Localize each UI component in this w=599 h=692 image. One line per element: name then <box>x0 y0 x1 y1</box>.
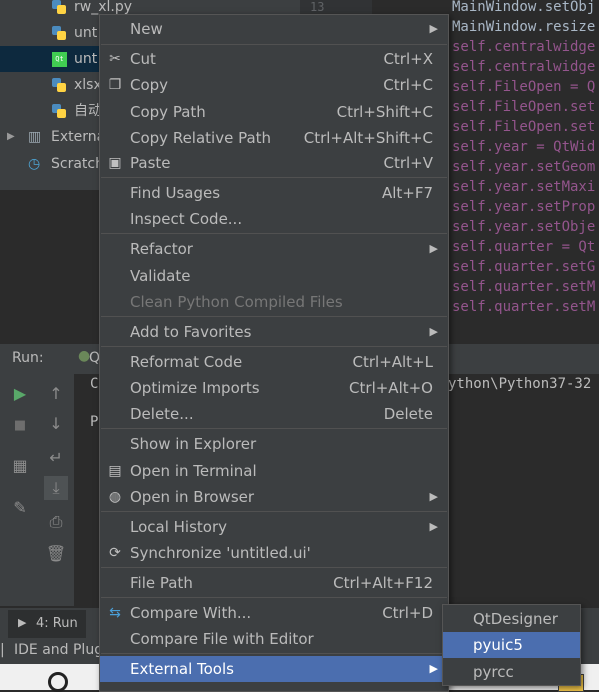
layout-icon[interactable]: ▦ <box>8 454 32 478</box>
code-line: self.centralwidge <box>452 39 596 55</box>
code-line: self.quarter.setG <box>452 259 596 275</box>
menu-item-cut[interactable]: ✂ Cut Ctrl+X <box>100 46 448 72</box>
menu-separator <box>101 316 447 317</box>
menu-item-copy[interactable]: ❐ Copy Ctrl+C <box>100 72 448 98</box>
menu-item-clean-python-compiled-files: Clean Python Compiled Files <box>130 293 343 311</box>
menu-item-local-history[interactable]: Local History ▶ <box>100 514 448 540</box>
run-label: Run: <box>12 350 44 366</box>
scroll-to-end-icon[interactable]: ⤓ <box>44 476 68 500</box>
up-arrow-icon[interactable]: ↑ <box>44 382 68 406</box>
status-text[interactable]: IDE and Plug <box>14 642 103 658</box>
menu-item-find-usages[interactable]: Find Usages Alt+F7 <box>100 180 448 206</box>
console-line: P <box>90 414 99 430</box>
menu-separator <box>101 653 447 654</box>
paste-icon: ▣ <box>108 155 122 171</box>
compare-icon: ⇆ <box>109 605 121 621</box>
console-line: C <box>90 376 99 392</box>
menu-separator <box>101 428 447 429</box>
code-line: self.FileOpen.set <box>452 119 596 135</box>
submenu-arrow-icon: ▶ <box>429 490 438 503</box>
code-line: self.year.setObje <box>452 219 596 235</box>
run-triangle-icon: ▶ <box>18 616 27 629</box>
menu-item-reformat-code[interactable]: Reformat Code Ctrl+Alt+L <box>100 349 448 375</box>
pin-icon[interactable]: ✎ <box>8 496 32 520</box>
copy-icon: ❐ <box>108 77 122 93</box>
code-line: MainWindow.setObj <box>452 0 596 15</box>
scissors-icon: ✂ <box>109 51 121 67</box>
qt-file-icon: Qt <box>52 52 67 67</box>
python-file-icon <box>52 78 66 92</box>
expand-arrow-icon[interactable]: ▶ <box>7 124 15 150</box>
code-line: self.year = QtWid <box>452 139 596 155</box>
menu-item-refactor[interactable]: Refactor ▶ <box>100 236 448 262</box>
menu-separator <box>101 346 447 347</box>
submenu-item-pyrcc[interactable]: pyrcc <box>443 659 580 685</box>
submenu-arrow-icon: ▶ <box>429 520 438 533</box>
menu-item-delete[interactable]: Delete... Delete <box>100 401 448 427</box>
python-file-icon <box>52 0 66 14</box>
trash-icon[interactable]: 🗑 <box>44 542 68 566</box>
python-file-icon <box>52 104 66 118</box>
code-line: self.quarter = Qt <box>452 239 596 255</box>
menu-separator <box>101 597 447 598</box>
menu-item-open-in-browser[interactable]: ◍ Open in Browser ▶ <box>100 484 448 510</box>
external-tools-submenu: QtDesigner pyuic5 pyrcc <box>442 604 581 686</box>
stop-icon[interactable]: ■ <box>8 414 32 438</box>
code-line: self.centralwidge <box>452 59 596 75</box>
status-divider-icon: | <box>0 642 5 658</box>
submenu-arrow-icon: ▶ <box>429 662 438 675</box>
code-line: self.year.setProp <box>452 199 596 215</box>
print-icon[interactable]: ⎙ <box>44 510 68 534</box>
menu-item-optimize-imports[interactable]: Optimize Imports Ctrl+Alt+O <box>100 375 448 401</box>
sync-icon: ⟳ <box>109 545 121 561</box>
library-icon: ▥ <box>28 129 42 145</box>
run-icon[interactable]: ▶ <box>8 382 32 406</box>
code-line: self.FileOpen.set <box>452 99 596 115</box>
terminal-icon: ▤ <box>108 463 122 479</box>
scratches-icon: ◷ <box>28 156 41 172</box>
menu-separator <box>101 44 447 45</box>
menu-item-copy-relative-path[interactable]: Copy Relative Path Ctrl+Alt+Shift+C <box>100 125 448 151</box>
context-menu: New ▶ ✂ Cut Ctrl+X ❐ Copy Ctrl+C Copy Path Ctr… <box>99 14 449 692</box>
console-path: ython\Python37-32 <box>448 376 592 392</box>
code-line: self.FileOpen = Q <box>452 79 596 95</box>
menu-item-new[interactable]: New ▶ <box>100 16 448 42</box>
menu-item-external-tools[interactable]: External Tools ▶ <box>100 656 448 682</box>
code-line: MainWindow.resize <box>452 19 596 35</box>
run-tool-window-button[interactable]: ▶ 4: Run <box>8 610 86 638</box>
menu-item-compare-file-with-editor[interactable]: Compare File with Editor <box>100 626 448 652</box>
menu-item-show-in-explorer[interactable]: Show in Explorer <box>100 431 448 457</box>
menu-item-synchronize[interactable]: ⟳ Synchronize 'untitled.ui' <box>100 540 448 566</box>
menu-item-file-path[interactable]: File Path Ctrl+Alt+F12 <box>100 570 448 596</box>
down-arrow-icon[interactable]: ↓ <box>44 412 68 436</box>
python-file-icon <box>52 26 66 40</box>
globe-icon: ◍ <box>108 489 122 505</box>
run-toolbar-left: ▶ ■ ▦ ✎ <box>0 374 38 606</box>
menu-item-paste[interactable]: ▣ Paste Ctrl+V <box>100 150 448 176</box>
code-line: self.year.setMaxi <box>452 179 596 195</box>
submenu-item-pyuic5[interactable]: pyuic5 <box>443 632 580 658</box>
menu-item-add-to-favorites[interactable]: Add to Favorites ▶ <box>100 319 448 345</box>
search-icon[interactable] <box>48 672 68 692</box>
submenu-arrow-icon: ▶ <box>429 242 438 255</box>
submenu-arrow-icon: ▶ <box>429 22 438 35</box>
soft-wrap-icon[interactable]: ↵ <box>44 446 68 470</box>
menu-item-copy-path[interactable]: Copy Path Ctrl+Shift+C <box>100 99 448 125</box>
menu-separator <box>101 511 447 512</box>
code-line: self.quarter.setM <box>452 299 596 315</box>
menu-item-validate[interactable]: Validate <box>100 263 448 289</box>
menu-separator <box>101 233 447 234</box>
menu-separator <box>101 567 447 568</box>
submenu-arrow-icon: ▶ <box>429 325 438 338</box>
menu-item-open-in-terminal[interactable]: ▤ Open in Terminal <box>100 458 448 484</box>
code-line: self.year.setGeom <box>452 159 596 175</box>
menu-item-inspect-code[interactable]: Inspect Code... <box>100 206 448 232</box>
menu-item-compare-with[interactable]: ⇆ Compare With... Ctrl+D <box>100 600 448 626</box>
submenu-item-qtdesigner[interactable]: QtDesigner <box>443 606 580 632</box>
line-number: 13 <box>310 0 325 14</box>
menu-separator <box>101 177 447 178</box>
run-toolbar-right: ↑ ↓ ↵ ⤓ ⎙ 🗑 <box>38 374 74 606</box>
code-line: self.quarter.setM <box>452 279 596 295</box>
